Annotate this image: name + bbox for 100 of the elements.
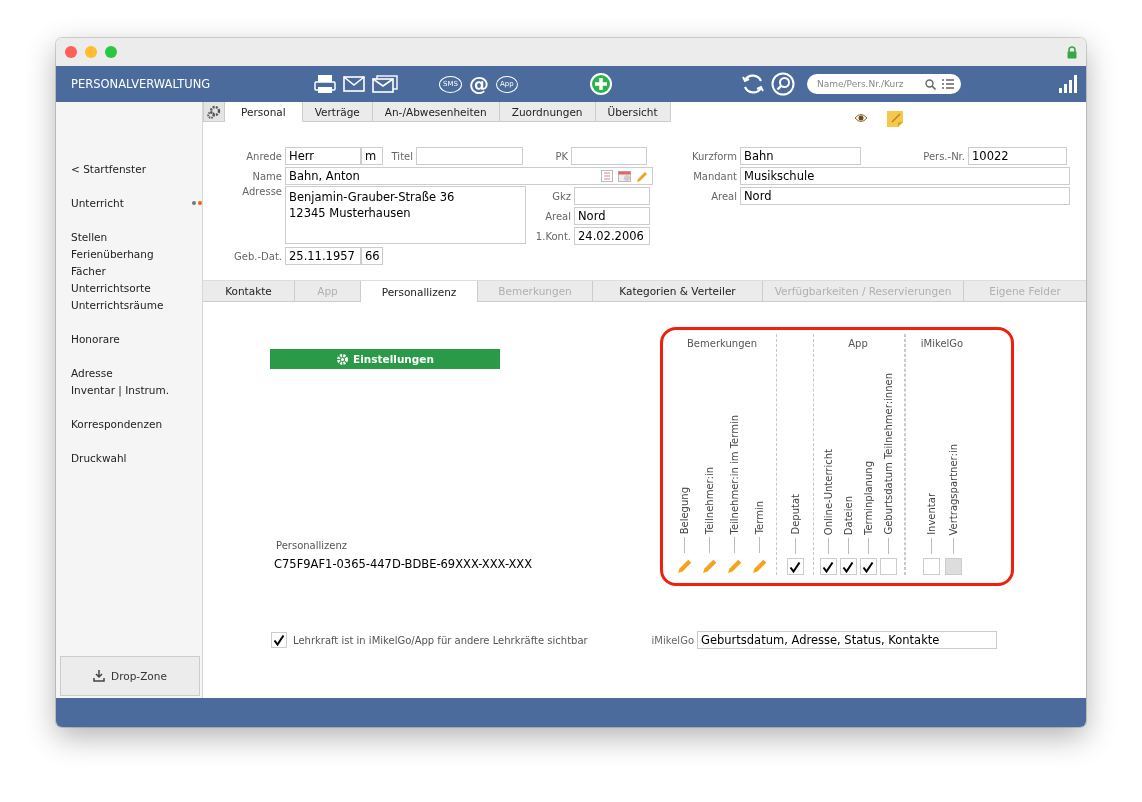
field-label: Pers.-Nr. [922,150,966,162]
field-label: Geb.-Dat. [233,250,283,262]
field-label: Gkz [551,190,572,202]
lock-icon [1067,45,1077,59]
sidebar-item[interactable]: Korrespondenzen [71,417,163,430]
tab[interactable]: Zuordnungen [499,102,596,122]
sidebar-item[interactable]: Adresse [71,366,113,379]
license-label: Personallizenz [276,540,349,551]
gkz-field[interactable] [574,187,650,205]
list-icon[interactable] [942,79,954,89]
staff-number-field[interactable]: 10022 [968,147,1067,165]
address-line: Benjamin-Grauber-Straße 36 [289,189,455,205]
group-title: iMikelGo [920,338,964,349]
tab[interactable]: Personallizenz [361,281,478,302]
sidebar-item[interactable]: Honorare [71,332,120,345]
field-label: Titel [390,150,414,162]
salutation-field[interactable]: Herr [285,147,361,165]
checkbox[interactable] [839,558,857,575]
birthdate-field[interactable]: 25.11.1957 [285,247,361,265]
eye-icon[interactable] [854,113,868,123]
group-title: App [848,338,868,349]
date-field[interactable]: 24.02.2006 [574,227,650,245]
sidebar-item[interactable]: Inventar | Instrum. [71,383,170,396]
pk-field[interactable] [571,147,647,165]
client-field[interactable]: Musikschule [740,167,1070,185]
list-icon[interactable] [601,170,613,182]
zoom-button[interactable] [105,46,117,58]
license-code: C75F9AF1-0365-447D-BDBE-69XXX-XXX-XXX [274,557,534,571]
permission-label: Teilnehmer:in [704,466,715,534]
sidebar-item[interactable]: Stellen [71,230,108,243]
search-icon[interactable] [771,72,795,96]
settings-button[interactable]: Einstellungen [270,349,500,369]
field-label: 1.Kont. [534,230,572,242]
name-text: Bahn, Anton [289,169,360,183]
checkbox[interactable] [819,558,837,575]
permission-label: Dateien [842,495,854,535]
checkbox-label: Lehrkraft ist in iMikelGo/App für andere Lehrkräfte sichtbar [293,634,589,646]
download-icon [93,670,106,682]
name-field[interactable]: Bahn, Anton [285,167,653,185]
checkbox[interactable] [271,632,287,648]
permission-label: Terminplanung [862,461,874,535]
note-icon[interactable] [886,110,904,128]
search-icon[interactable] [925,79,936,90]
permission-label: Geburtsdatum Teilnehmer:innen [882,373,894,535]
mail-icon[interactable] [343,76,365,92]
sidebar-item[interactable]: Fächer [71,264,106,277]
gear-icon [207,104,221,119]
settings-button[interactable] [203,102,225,122]
field-label: Mandant [692,170,738,182]
address-field[interactable]: Benjamin-Grauber-Straße 36 12345 Musterhausen [285,186,526,244]
pencil-icon[interactable] [636,169,649,183]
sidebar-item[interactable]: Unterrichtsorte [71,281,151,294]
age-field[interactable]: 66 [361,247,383,265]
title-field[interactable] [416,147,523,165]
printer-icon[interactable] [314,74,336,94]
email-icon[interactable]: @ [468,74,489,94]
permission-label: Termin [754,500,765,534]
app-title: PERSONALVERWALTUNG [71,77,212,91]
close-button[interactable] [65,46,77,58]
pencil-icon[interactable] [750,557,769,575]
group-title: Bemerkungen [687,338,757,349]
permission-label: Deputat [789,494,801,535]
permission-label: Vertragspartner:in [947,443,959,535]
tab[interactable]: An-/Abwesenheiten [372,102,500,122]
gender-field[interactable]: m [361,147,383,165]
permission-label: Inventar [925,493,937,535]
search-field[interactable]: Name/Pers.Nr./Kurz [807,74,961,94]
permission-label: Teilnehmer:in im Termin [729,414,740,534]
checkbox[interactable] [922,558,940,575]
tab[interactable]: Verträge [302,102,373,122]
sidebar-item[interactable]: Unterrichtsräume [71,298,164,311]
mails-icon[interactable] [372,75,398,93]
checkbox[interactable] [859,558,877,575]
field-label: Anrede [245,150,283,162]
permission-label: Belegung [679,486,690,534]
refresh-icon[interactable] [741,72,765,96]
sidebar-item[interactable]: Ferienüberhang [71,247,154,260]
imikelgo-field[interactable]: Geburtsdatum, Adresse, Status, Kontakte [697,631,997,649]
drop-zone-button[interactable]: Drop-Zone [60,656,200,696]
field-label: Areal [710,190,738,202]
calendar-icon[interactable] [618,170,631,182]
address-line: 12345 Musterhausen [289,205,411,221]
area-field[interactable]: Nord [740,187,1070,205]
add-icon[interactable] [589,72,613,96]
field-label: Kurzform [690,150,738,162]
gear-icon [336,352,350,366]
short-name-field[interactable]: Bahn [740,147,861,165]
field-label: Adresse [241,186,283,197]
sidebar-item[interactable]: Druckwahl [71,451,127,464]
checkbox[interactable] [786,558,804,575]
sidebar-item[interactable]: Unterricht [71,196,124,209]
field-label: iMikelGo [650,634,695,646]
pencil-icon[interactable] [725,557,744,575]
tab[interactable]: Übersicht [595,102,671,122]
signal-icon [1059,75,1077,93]
area-field[interactable]: Nord [574,207,650,225]
pencil-icon[interactable] [700,557,719,575]
pencil-icon[interactable] [675,557,694,575]
sidebar-item[interactable]: < Startfenster [71,162,146,175]
checkbox[interactable] [879,558,897,575]
